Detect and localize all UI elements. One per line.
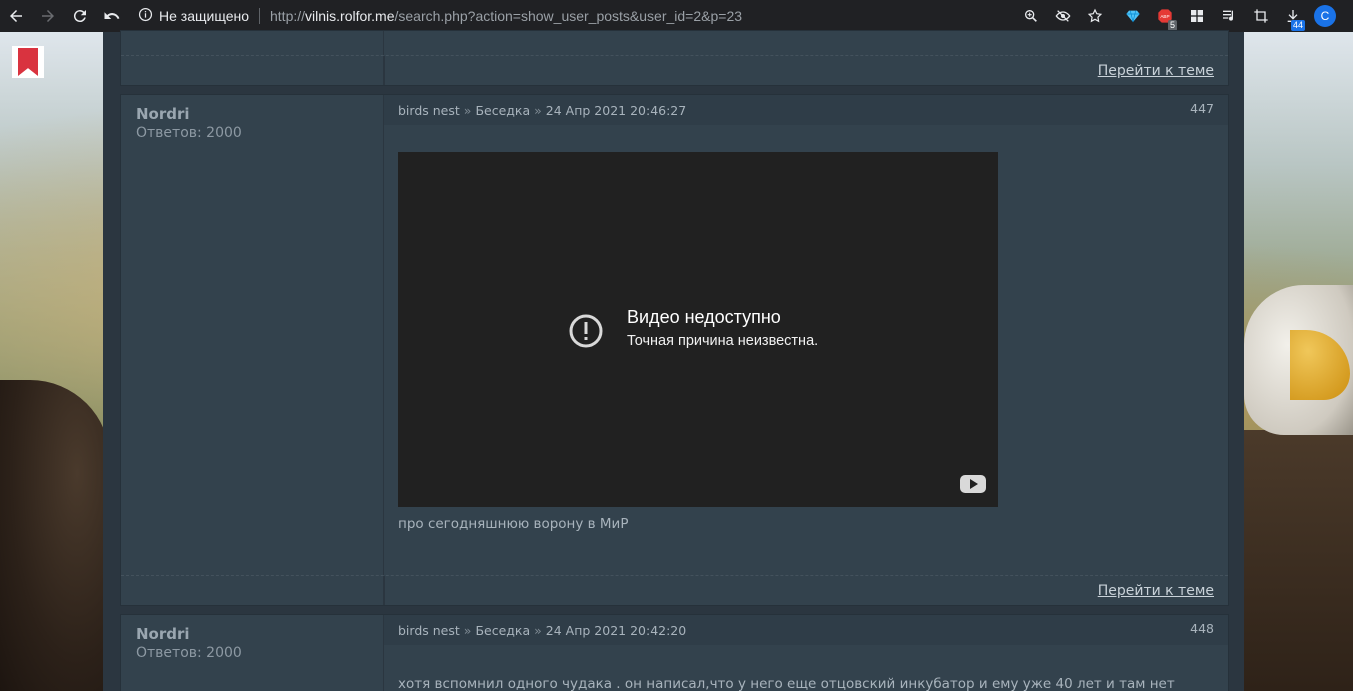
previous-post: Перейти к теме [120, 30, 1229, 86]
goto-topic-link[interactable]: Перейти к теме [1098, 583, 1214, 599]
post-448: Nordri Ответов: 2000 birds nest» Беседка»… [120, 614, 1229, 691]
url-scheme: http:// [270, 8, 306, 24]
omnibox-divider [259, 8, 260, 24]
embedded-video[interactable]: Видео недоступно Точная причина неизвест… [398, 152, 998, 507]
crumb-separator: » [463, 103, 472, 118]
crumb-separator: » [463, 623, 472, 638]
security-label[interactable]: Не защищено [159, 8, 249, 24]
warning-icon [569, 314, 603, 348]
crumb-forum-link[interactable]: birds nest [398, 103, 460, 118]
post-header: birds nest» Беседка» 24 Апр 2021 20:46:27 … [384, 95, 1228, 125]
goto-topic-link[interactable]: Перейти к теме [1098, 63, 1214, 79]
adblock-icon[interactable]: ABP 5 [1149, 0, 1181, 32]
post-author-column: Nordri Ответов: 2000 [121, 95, 384, 605]
media-playlist-icon[interactable] [1213, 0, 1245, 32]
url-text[interactable]: http://vilnis.rolfor.me/search.php?actio… [270, 8, 742, 24]
url-path: /search.php?action=show_user_posts&user_… [394, 8, 743, 24]
author-replies-count: Ответов: 2000 [136, 125, 242, 141]
post-date-link[interactable]: 24 Апр 2021 20:42:20 [546, 623, 686, 638]
youtube-logo-icon[interactable] [960, 475, 986, 493]
profile-avatar[interactable]: C [1309, 0, 1341, 32]
post-number: 447 [1190, 101, 1214, 116]
forward-arrow-icon[interactable] [32, 0, 64, 32]
profile-initial: C [1314, 5, 1336, 27]
eagle-right-body-image [1244, 430, 1353, 691]
post-text: хотя вспомнил одного чудака . он написал… [398, 676, 1175, 691]
downloads-count: 44 [1290, 20, 1305, 31]
post-text: про сегодняшнюю ворону в МиР [398, 516, 629, 532]
bookmark-star-icon[interactable] [1079, 0, 1111, 32]
gem-extension-icon[interactable] [1117, 0, 1149, 32]
author-name[interactable]: Nordri [136, 105, 190, 123]
undo-icon[interactable] [96, 0, 128, 32]
eye-off-icon[interactable] [1047, 0, 1079, 32]
author-name[interactable]: Nordri [136, 625, 190, 643]
video-error-subtitle: Точная причина неизвестна. [627, 333, 819, 349]
address-bar[interactable]: Не защищено http://vilnis.rolfor.me/sear… [132, 2, 1015, 30]
svg-text:ABP: ABP [1160, 14, 1169, 19]
post-breadcrumb: birds nest» Беседка» 24 Апр 2021 20:42:20 [398, 623, 686, 638]
zoom-icon[interactable] [1015, 0, 1047, 32]
back-arrow-icon[interactable] [0, 0, 32, 32]
post-footer: Перейти к теме [121, 575, 1228, 605]
eagle-left-image [0, 380, 110, 691]
crumb-separator: » [534, 103, 542, 118]
crumb-topic-link[interactable]: Беседка [475, 623, 530, 638]
url-host: vilnis.rolfor.me [305, 8, 395, 24]
post-date-link[interactable]: 24 Апр 2021 20:46:27 [546, 103, 686, 118]
post-breadcrumb: birds nest» Беседка» 24 Апр 2021 20:46:27 [398, 103, 686, 118]
download-icon[interactable]: 44 [1277, 0, 1309, 32]
author-replies-count: Ответов: 2000 [136, 645, 242, 661]
post-footer: Перейти к теме [121, 55, 1228, 85]
crumb-topic-link[interactable]: Беседка [475, 103, 530, 118]
reload-icon[interactable] [64, 0, 96, 32]
post-author-column: Nordri Ответов: 2000 [121, 615, 384, 691]
grid-extension-icon[interactable] [1181, 0, 1213, 32]
video-error-title: Видео недоступно [627, 307, 781, 327]
info-icon[interactable] [138, 7, 153, 25]
crop-icon[interactable] [1245, 0, 1277, 32]
post-447: Nordri Ответов: 2000 birds nest» Беседка»… [120, 94, 1229, 606]
crumb-separator: » [534, 623, 542, 638]
bookmark-extension-icon[interactable] [12, 46, 44, 78]
browser-toolbar: Не защищено http://vilnis.rolfor.me/sear… [0, 0, 1353, 32]
forum-content: Перейти к теме Nordri Ответов: 2000 bird… [103, 30, 1244, 691]
crumb-forum-link[interactable]: birds nest [398, 623, 460, 638]
post-header: birds nest» Беседка» 24 Апр 2021 20:42:20 … [384, 615, 1228, 645]
post-number: 448 [1190, 621, 1214, 636]
